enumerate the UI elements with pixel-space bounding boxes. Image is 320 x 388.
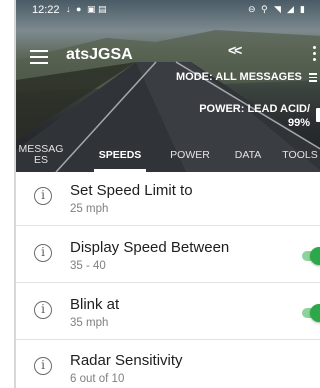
do-not-disturb-icon: ⊖: [248, 4, 256, 14]
vpn-icon: ●: [76, 4, 82, 14]
power-status: POWER: LEAD ACID/ 99%: [199, 102, 310, 130]
info-icon[interactable]: i: [34, 187, 52, 205]
tab-speeds[interactable]: SPEEDS: [94, 138, 146, 172]
overflow-menu-icon[interactable]: [312, 46, 318, 64]
tab-data[interactable]: DATA: [226, 138, 270, 172]
app-title: atsJGSA: [66, 46, 133, 63]
tab-power[interactable]: POWER: [164, 138, 216, 172]
info-icon[interactable]: i: [34, 244, 52, 262]
power-percent: 99%: [287, 117, 310, 129]
mode-selector[interactable]: MODE: ALL MESSAGES: [176, 71, 320, 83]
signal-icon: ◢: [287, 4, 294, 14]
app-header: 12:22 ↓ ● ▣ ▤ ⊖ ⚲ ◥ ◢ ▮ atsJGSA << MODE:…: [16, 0, 320, 172]
status-bar: 12:22 ↓ ● ▣ ▤ ⊖ ⚲ ◥ ◢ ▮: [16, 0, 320, 22]
battery-icon: ▮: [300, 4, 305, 14]
location-icon: ⚲: [261, 4, 268, 14]
setting-value: 35 - 40: [70, 260, 106, 272]
setting-title: Radar Sensitivity: [70, 352, 183, 369]
setting-value: 35 mph: [70, 317, 109, 329]
tab-bar: MESSAG ES SPEEDS POWER DATA TOOLS: [16, 138, 320, 172]
setting-title: Set Speed Limit to: [70, 182, 193, 199]
info-icon[interactable]: i: [34, 301, 52, 319]
wifi-icon: ◥: [274, 4, 281, 14]
menu-icon[interactable]: [30, 50, 48, 64]
setting-value: 25 mph: [70, 203, 109, 215]
setting-value: 6 out of 10: [70, 373, 125, 385]
setting-radar-sensitivity[interactable]: i Radar Sensitivity 6 out of 10: [16, 342, 320, 388]
status-time: 12:22: [32, 4, 60, 16]
mode-label: MODE: ALL MESSAGES: [176, 71, 302, 83]
message-icon: ▤: [98, 4, 107, 14]
power-label: POWER: LEAD ACID/: [199, 103, 310, 115]
setting-blink-at[interactable]: i Blink at 35 mph: [16, 286, 320, 340]
notification-icon: ↓: [66, 4, 71, 14]
blink-toggle[interactable]: [302, 304, 320, 322]
image-icon: ▣: [87, 4, 96, 14]
list-icon: [308, 73, 317, 82]
display-speed-toggle[interactable]: [302, 247, 320, 265]
back-button[interactable]: <<: [228, 42, 242, 58]
setting-display-speed[interactable]: i Display Speed Between 35 - 40: [16, 229, 320, 283]
setting-speed-limit[interactable]: i Set Speed Limit to 25 mph: [16, 172, 320, 226]
setting-title: Blink at: [70, 296, 120, 313]
phone-screen: 12:22 ↓ ● ▣ ▤ ⊖ ⚲ ◥ ◢ ▮ atsJGSA << MODE:…: [14, 0, 320, 388]
info-icon[interactable]: i: [34, 357, 52, 375]
tab-messages[interactable]: MESSAG ES: [16, 138, 66, 172]
battery-level-icon: [316, 108, 320, 122]
setting-title: Display Speed Between: [70, 239, 230, 256]
tab-tools[interactable]: TOOLS: [278, 138, 320, 172]
